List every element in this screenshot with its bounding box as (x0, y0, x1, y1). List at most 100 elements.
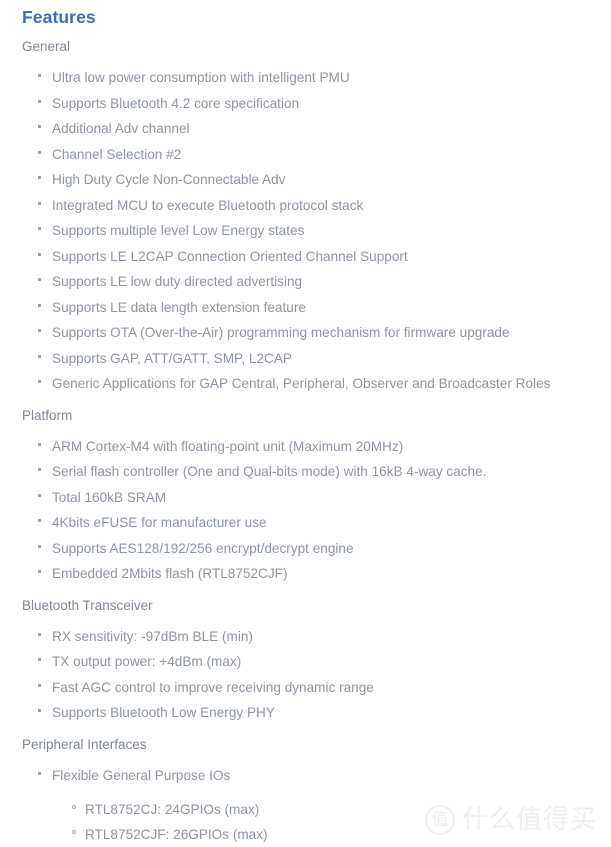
list-item: Supports Bluetooth 4.2 core specificatio… (0, 91, 611, 117)
page-title: Features (22, 5, 96, 29)
bullet-square-icon (38, 485, 46, 511)
list-item: Ultra low power consumption with intelli… (0, 65, 611, 91)
features-content: General Ultra low power consumption with… (0, 38, 611, 847)
list-item: ARM Cortex-M4 with floating-point unit (… (0, 434, 611, 460)
list-item: Supports LE low duty directed advertisin… (0, 269, 611, 295)
list-item-label: TX output power: +4dBm (max) (52, 654, 241, 669)
spacer (0, 587, 611, 597)
bullet-square-icon (38, 218, 46, 244)
list-item-label: RTL8752CJ: 24GPIOs (max) (85, 802, 259, 817)
section-heading-general: General (0, 38, 611, 56)
bullet-square-icon (38, 244, 46, 270)
bullet-square-icon (38, 193, 46, 219)
list-item-label: ARM Cortex-M4 with floating-point unit (… (52, 439, 403, 454)
bullet-square-icon (38, 510, 46, 536)
list-item-label: Additional Adv channel (52, 121, 190, 136)
list-item: RX sensitivity: -97dBm BLE (min) (0, 624, 611, 650)
spacer (0, 615, 611, 624)
list-item: 4Kbits eFUSE for manufacturer use (0, 510, 611, 536)
spacer (0, 754, 611, 763)
list-item-label: Flexible General Purpose IOs (52, 768, 230, 783)
bullet-square-icon (38, 320, 46, 346)
list-item: Supports GAP, ATT/GATT, SMP, L2CAP (0, 346, 611, 372)
list-item: Fast AGC control to improve receiving dy… (0, 675, 611, 701)
list-bluetooth-transceiver: RX sensitivity: -97dBm BLE (min) TX outp… (0, 624, 611, 726)
list-item-label: 4Kbits eFUSE for manufacturer use (52, 515, 267, 530)
bullet-square-icon (38, 91, 46, 117)
bullet-square-icon (38, 536, 46, 562)
list-item-label: Ultra low power consumption with intelli… (52, 70, 350, 85)
list-item: RTL8752CJF: 26GPIOs (max) (0, 822, 611, 847)
list-item: Additional Adv channel (0, 116, 611, 142)
section-general: General Ultra low power consumption with… (0, 38, 611, 397)
section-peripheral-interfaces: Peripheral Interfaces Flexible General P… (0, 736, 611, 847)
list-item: Supports multiple level Low Energy state… (0, 218, 611, 244)
sublist-gpio: RTL8752CJ: 24GPIOs (max) RTL8752CJF: 26G… (0, 797, 611, 847)
list-peripheral-interfaces: Flexible General Purpose IOs (0, 763, 611, 789)
section-heading-platform: Platform (0, 407, 611, 425)
bullet-square-icon (38, 649, 46, 675)
spacer (0, 56, 611, 65)
list-item-label: High Duty Cycle Non-Connectable Adv (52, 172, 285, 187)
section-heading-bluetooth-transceiver: Bluetooth Transceiver (0, 597, 611, 615)
list-item-label: Supports LE low duty directed advertisin… (52, 274, 302, 289)
list-item: TX output power: +4dBm (max) (0, 649, 611, 675)
list-item: Generic Applications for GAP Central, Pe… (0, 371, 611, 397)
list-item-label: Supports OTA (Over-the-Air) programming … (52, 325, 510, 340)
list-item: Channel Selection #2 (0, 142, 611, 168)
section-bluetooth-transceiver: Bluetooth Transceiver RX sensitivity: -9… (0, 597, 611, 726)
list-item-label: Integrated MCU to execute Bluetooth prot… (52, 198, 363, 213)
bullet-square-icon (38, 624, 46, 650)
section-platform: Platform ARM Cortex-M4 with floating-poi… (0, 407, 611, 587)
list-general: Ultra low power consumption with intelli… (0, 65, 611, 397)
list-item: Supports OTA (Over-the-Air) programming … (0, 320, 611, 346)
list-item: High Duty Cycle Non-Connectable Adv (0, 167, 611, 193)
list-item-label: Supports Bluetooth Low Energy PHY (52, 705, 275, 720)
list-item: Supports AES128/192/256 encrypt/decrypt … (0, 536, 611, 562)
bullet-square-icon (38, 295, 46, 321)
bullet-square-icon (38, 434, 46, 460)
list-item-label: Channel Selection #2 (52, 147, 181, 162)
bullet-square-icon (38, 675, 46, 701)
bullet-square-icon (38, 269, 46, 295)
spacer (0, 726, 611, 736)
section-heading-peripheral-interfaces: Peripheral Interfaces (0, 736, 611, 754)
list-item-label: RX sensitivity: -97dBm BLE (min) (52, 629, 253, 644)
list-item-label: Supports multiple level Low Energy state… (52, 223, 304, 238)
bullet-circle-icon (72, 797, 76, 822)
bullet-square-icon (38, 167, 46, 193)
list-item-label: RTL8752CJF: 26GPIOs (max) (85, 827, 268, 842)
list-item: Total 160kB SRAM (0, 485, 611, 511)
list-item: Serial flash controller (One and Qual-bi… (0, 459, 611, 485)
list-item: RTL8752CJ: 24GPIOs (max) (0, 797, 611, 822)
list-item-label: Total 160kB SRAM (52, 490, 166, 505)
list-item: Integrated MCU to execute Bluetooth prot… (0, 193, 611, 219)
bullet-square-icon (38, 371, 46, 397)
list-item-label: Serial flash controller (One and Qual-bi… (52, 464, 486, 479)
list-item-label: Supports LE data length extension featur… (52, 300, 306, 315)
bullet-circle-icon (72, 822, 76, 847)
list-item-label: Embedded 2Mbits flash (RTL8752CJF) (52, 566, 287, 581)
list-item-label: Generic Applications for GAP Central, Pe… (52, 376, 550, 391)
bullet-square-icon (38, 700, 46, 726)
bullet-square-icon (38, 346, 46, 372)
document-page: Features General Ultra low power consump… (0, 0, 611, 843)
bullet-square-icon (38, 116, 46, 142)
spacer (0, 788, 611, 797)
list-item: Supports Bluetooth Low Energy PHY (0, 700, 611, 726)
spacer (0, 397, 611, 407)
bullet-square-icon (38, 763, 46, 789)
list-item: Flexible General Purpose IOs (0, 763, 611, 789)
list-item-label: Fast AGC control to improve receiving dy… (52, 680, 374, 695)
list-item: Supports LE L2CAP Connection Oriented Ch… (0, 244, 611, 270)
list-item: Embedded 2Mbits flash (RTL8752CJF) (0, 561, 611, 587)
bullet-square-icon (38, 459, 46, 485)
spacer (0, 425, 611, 434)
bullet-square-icon (38, 65, 46, 91)
list-platform: ARM Cortex-M4 with floating-point unit (… (0, 434, 611, 587)
list-item-label: Supports LE L2CAP Connection Oriented Ch… (52, 249, 408, 264)
bullet-square-icon (38, 561, 46, 587)
list-item-label: Supports GAP, ATT/GATT, SMP, L2CAP (52, 351, 292, 366)
list-item-label: Supports Bluetooth 4.2 core specificatio… (52, 96, 299, 111)
list-item: Supports LE data length extension featur… (0, 295, 611, 321)
